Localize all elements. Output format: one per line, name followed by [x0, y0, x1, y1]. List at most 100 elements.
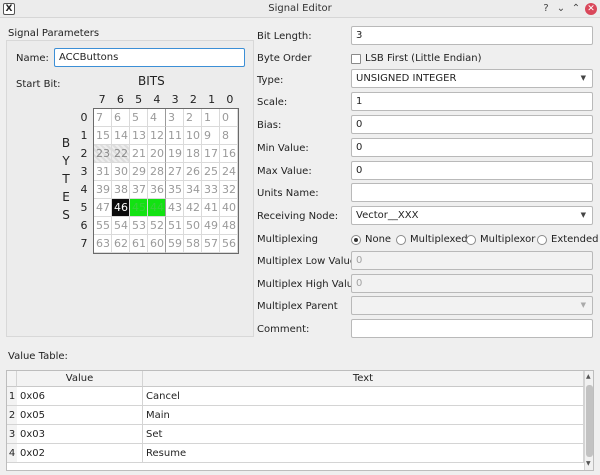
- bit-cell[interactable]: 31: [94, 163, 112, 181]
- bit-cell[interactable]: 44: [148, 199, 166, 217]
- units-name-input[interactable]: [351, 183, 593, 202]
- max-value-input[interactable]: 0: [351, 161, 593, 180]
- bit-cell[interactable]: 12: [148, 127, 166, 145]
- bit-cell[interactable]: 23: [94, 145, 112, 163]
- bit-cell[interactable]: 24: [220, 163, 238, 181]
- bit-cell[interactable]: 5: [130, 109, 148, 127]
- bit-cell[interactable]: 35: [166, 181, 184, 199]
- bit-cell[interactable]: 54: [112, 217, 130, 235]
- bit-cell[interactable]: 1: [202, 109, 220, 127]
- bit-cell[interactable]: 39: [94, 181, 112, 199]
- bit-cell[interactable]: 42: [184, 199, 202, 217]
- bit-cell[interactable]: 55: [94, 217, 112, 235]
- bit-cell[interactable]: 56: [220, 235, 238, 253]
- row-number[interactable]: 4: [7, 444, 17, 463]
- bit-cell[interactable]: 34: [184, 181, 202, 199]
- radio-icon[interactable]: [537, 234, 547, 245]
- bit-length-input[interactable]: 3: [351, 26, 593, 45]
- bit-cell[interactable]: 11: [166, 127, 184, 145]
- bit-cell[interactable]: 41: [202, 199, 220, 217]
- bit-cell[interactable]: 28: [148, 163, 166, 181]
- radio-icon[interactable]: [396, 234, 406, 245]
- mux-radio-multiplexor[interactable]: Multiplexor: [466, 234, 535, 245]
- bit-cell[interactable]: 47: [94, 199, 112, 217]
- row-number[interactable]: 3: [7, 425, 17, 444]
- bit-cell[interactable]: 48: [220, 217, 238, 235]
- bit-cell[interactable]: 50: [184, 217, 202, 235]
- lsb-first-checkbox[interactable]: LSB First (Little Endian): [351, 53, 482, 64]
- bit-cell[interactable]: 58: [184, 235, 202, 253]
- value-cell[interactable]: 0x02: [17, 444, 143, 463]
- bit-cell[interactable]: 32: [220, 181, 238, 199]
- bit-cell[interactable]: 43: [166, 199, 184, 217]
- bit-cell[interactable]: 40: [220, 199, 238, 217]
- bit-cell[interactable]: 3: [166, 109, 184, 127]
- receiving-node-select[interactable]: Vector__XXX ▼: [351, 206, 593, 225]
- scale-input[interactable]: 1: [351, 92, 593, 111]
- bit-cell[interactable]: 14: [112, 127, 130, 145]
- bit-cell[interactable]: 33: [202, 181, 220, 199]
- mux-parent-select[interactable]: ▼: [351, 296, 593, 315]
- maximize-icon[interactable]: ⌃: [570, 3, 582, 15]
- value-cell[interactable]: 0x05: [17, 406, 143, 425]
- close-icon[interactable]: ✕: [585, 3, 597, 15]
- mux-radio-multiplexed[interactable]: Multiplexed: [396, 234, 468, 245]
- bit-cell[interactable]: 27: [166, 163, 184, 181]
- bit-cell[interactable]: 63: [94, 235, 112, 253]
- bit-cell[interactable]: 37: [130, 181, 148, 199]
- text-cell[interactable]: Resume: [143, 444, 584, 463]
- bit-cell[interactable]: 16: [220, 145, 238, 163]
- value-table[interactable]: Value Text 1 0x06 Cancel 2 0x05 Main 3 0x03 Set 4…: [6, 370, 594, 471]
- mux-radio-none[interactable]: None: [351, 234, 391, 245]
- value-cell[interactable]: 0x06: [17, 387, 143, 406]
- radio-selected-icon[interactable]: [351, 234, 361, 245]
- mux-radio-extended[interactable]: Extended: [537, 234, 599, 245]
- bit-cell[interactable]: 49: [202, 217, 220, 235]
- bit-cell[interactable]: 45: [130, 199, 148, 217]
- checkbox-box[interactable]: [351, 53, 361, 64]
- bit-cell[interactable]: 51: [166, 217, 184, 235]
- bit-cell[interactable]: 6: [112, 109, 130, 127]
- text-cell[interactable]: Cancel: [143, 387, 584, 406]
- bit-cell[interactable]: 4: [148, 109, 166, 127]
- bit-cell[interactable]: 46: [112, 199, 130, 217]
- vertical-scrollbar[interactable]: ▲ ▼: [584, 371, 593, 470]
- column-header-text[interactable]: Text: [143, 371, 584, 387]
- bit-cell[interactable]: 30: [112, 163, 130, 181]
- min-value-input[interactable]: 0: [351, 138, 593, 157]
- value-cell[interactable]: 0x03: [17, 425, 143, 444]
- row-number[interactable]: 1: [7, 387, 17, 406]
- column-header-value[interactable]: Value: [17, 371, 143, 387]
- bit-cell[interactable]: 53: [130, 217, 148, 235]
- bit-cell[interactable]: 18: [184, 145, 202, 163]
- bit-cell[interactable]: 36: [148, 181, 166, 199]
- radio-icon[interactable]: [466, 234, 476, 245]
- bit-cell[interactable]: 22: [112, 145, 130, 163]
- row-number[interactable]: 2: [7, 406, 17, 425]
- bit-cell[interactable]: 26: [184, 163, 202, 181]
- text-cell[interactable]: Set: [143, 425, 584, 444]
- scroll-up-icon[interactable]: ▲: [586, 373, 591, 380]
- bit-cell[interactable]: 2: [184, 109, 202, 127]
- bit-cell[interactable]: 15: [94, 127, 112, 145]
- name-input[interactable]: ACCButtons: [54, 48, 245, 67]
- bit-cell[interactable]: 57: [202, 235, 220, 253]
- bit-cell[interactable]: 29: [130, 163, 148, 181]
- bit-cell[interactable]: 62: [112, 235, 130, 253]
- bit-cell[interactable]: 13: [130, 127, 148, 145]
- bias-input[interactable]: 0: [351, 115, 593, 134]
- bit-cell[interactable]: 7: [94, 109, 112, 127]
- type-select[interactable]: UNSIGNED INTEGER ▼: [351, 69, 593, 88]
- bit-cell[interactable]: 61: [130, 235, 148, 253]
- mux-high-input[interactable]: 0: [351, 274, 593, 293]
- text-cell[interactable]: Main: [143, 406, 584, 425]
- bit-cell[interactable]: 38: [112, 181, 130, 199]
- bit-cell[interactable]: 0: [220, 109, 238, 127]
- scroll-down-icon[interactable]: ▼: [586, 460, 591, 467]
- help-icon[interactable]: ?: [540, 3, 552, 15]
- bit-cell[interactable]: 60: [148, 235, 166, 253]
- bit-cell[interactable]: 25: [202, 163, 220, 181]
- bit-cell[interactable]: 9: [202, 127, 220, 145]
- minimize-icon[interactable]: ⌄: [555, 3, 567, 15]
- scrollbar-thumb[interactable]: [586, 385, 593, 457]
